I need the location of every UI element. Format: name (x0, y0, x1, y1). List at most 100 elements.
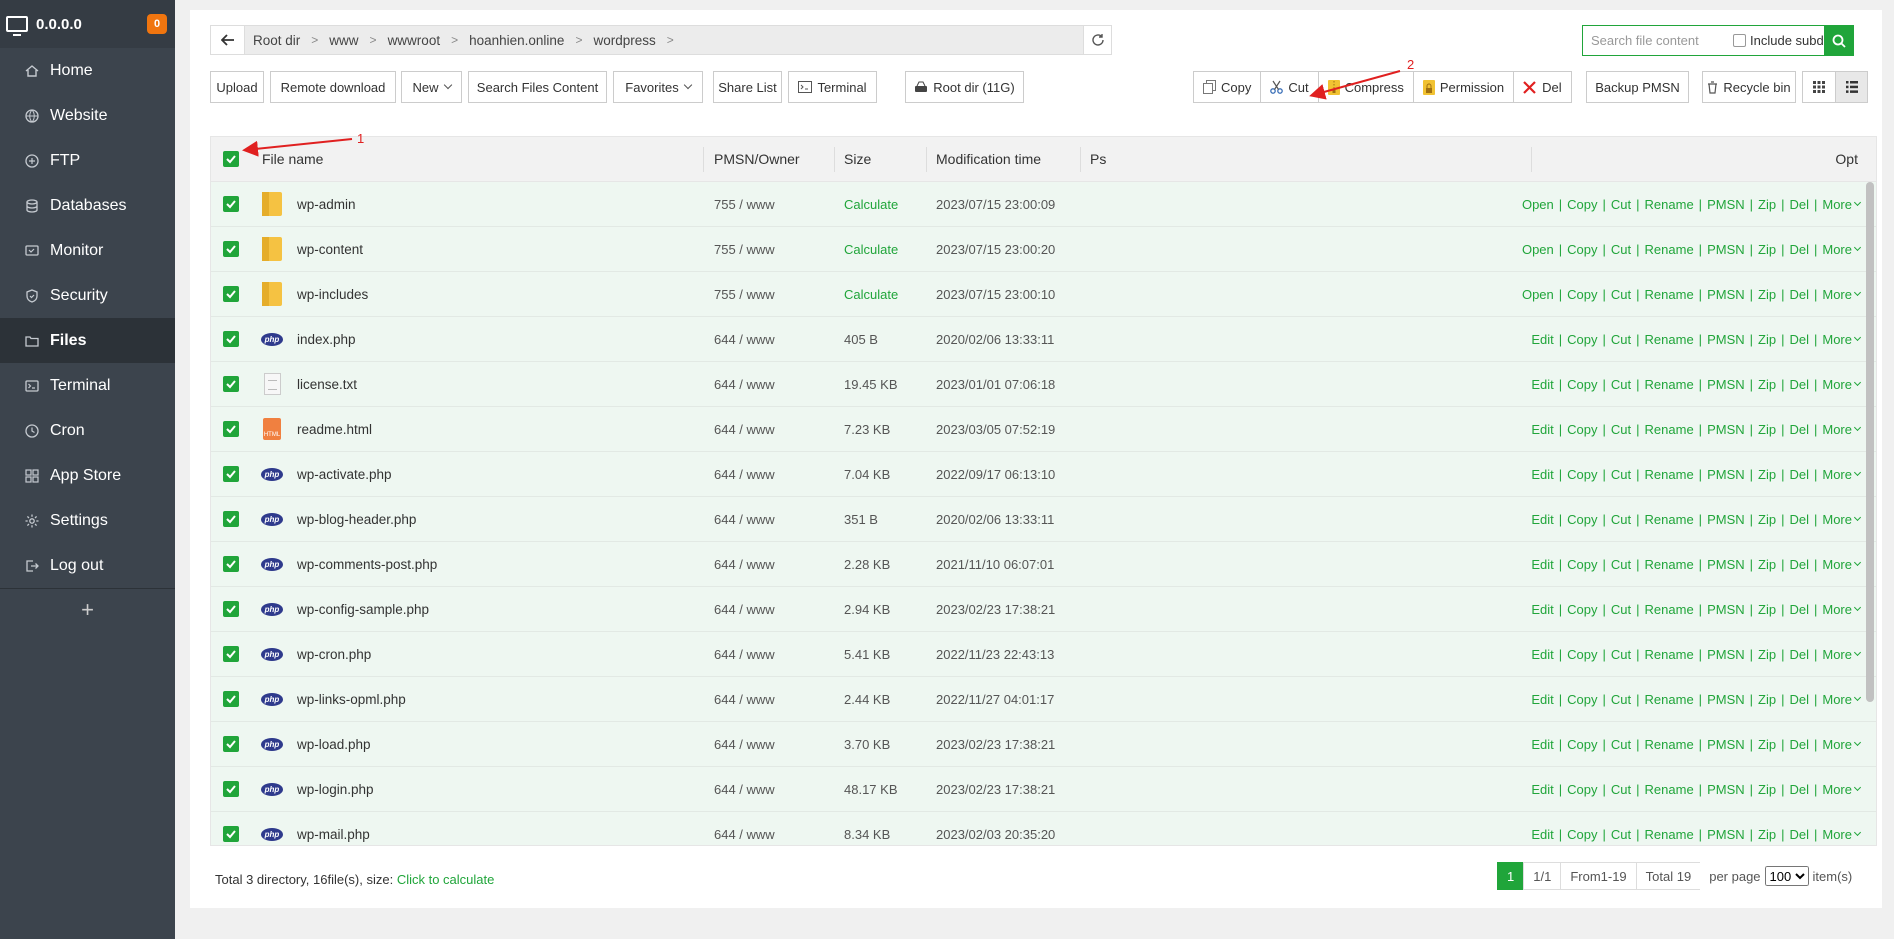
cut-link[interactable]: Cut (1611, 242, 1631, 257)
grid-view-button[interactable] (1803, 72, 1835, 102)
file-name[interactable]: wp-comments-post.php (297, 542, 437, 586)
del-link[interactable]: Del (1789, 602, 1809, 617)
server-ip[interactable]: 0.0.0.0 (36, 16, 147, 33)
edit-link[interactable]: Edit (1531, 557, 1553, 572)
select-all-checkbox[interactable] (223, 137, 239, 181)
cut-link[interactable]: Cut (1611, 512, 1631, 527)
del-link[interactable]: Del (1789, 647, 1809, 662)
sidebar-item-home[interactable]: Home (0, 48, 175, 93)
search-file-content-input[interactable] (1583, 26, 1733, 55)
sidebar-item-settings[interactable]: Settings (0, 498, 175, 543)
cut-link[interactable]: Cut (1611, 422, 1631, 437)
more-link[interactable]: More (1822, 422, 1852, 437)
more-link[interactable]: More (1822, 377, 1852, 392)
zip-link[interactable]: Zip (1758, 242, 1776, 257)
more-link[interactable]: More (1822, 512, 1852, 527)
compress-button[interactable]: Compress (1318, 72, 1414, 102)
del-link[interactable]: Del (1789, 827, 1809, 842)
delete-button[interactable]: Del (1514, 72, 1571, 102)
sidebar-item-cron[interactable]: Cron (0, 408, 175, 453)
file-size[interactable]: Calculate (844, 272, 898, 316)
file-permission[interactable]: 644 / www (714, 677, 775, 721)
file-name[interactable]: wp-activate.php (297, 452, 392, 496)
row-checkbox[interactable] (223, 227, 239, 271)
file-permission[interactable]: 644 / www (714, 452, 775, 496)
edit-link[interactable]: Edit (1531, 512, 1553, 527)
row-checkbox[interactable] (223, 542, 239, 586)
back-button[interactable] (211, 26, 245, 54)
table-row[interactable]: php wp-login.php 644 / www 48.17 KB 2023/02/… (211, 767, 1876, 812)
zip-link[interactable]: Zip (1758, 422, 1776, 437)
more-link[interactable]: More (1822, 827, 1852, 842)
edit-link[interactable]: Edit (1531, 377, 1553, 392)
search-files-content-button[interactable]: Search Files Content (468, 71, 607, 103)
zip-link[interactable]: Zip (1758, 332, 1776, 347)
zip-link[interactable]: Zip (1758, 602, 1776, 617)
sidebar-item-files[interactable]: Files (0, 318, 175, 363)
pmsn-link[interactable]: PMSN (1707, 782, 1745, 797)
more-link[interactable]: More (1822, 737, 1852, 752)
open-link[interactable]: Open (1522, 287, 1554, 302)
more-link[interactable]: More (1822, 782, 1852, 797)
rename-link[interactable]: Rename (1645, 332, 1694, 347)
rename-link[interactable]: Rename (1645, 557, 1694, 572)
del-link[interactable]: Del (1789, 242, 1809, 257)
cut-link[interactable]: Cut (1611, 602, 1631, 617)
cut-link[interactable]: Cut (1611, 377, 1631, 392)
copy-link[interactable]: Copy (1567, 557, 1597, 572)
file-permission[interactable]: 644 / www (714, 767, 775, 811)
table-row[interactable]: php wp-comments-post.php 644 / www 2.28 KB 2… (211, 542, 1876, 587)
cut-link[interactable]: Cut (1611, 647, 1631, 662)
cut-link[interactable]: Cut (1611, 557, 1631, 572)
cut-link[interactable]: Cut (1611, 467, 1631, 482)
file-permission[interactable]: 755 / www (714, 182, 775, 226)
zip-link[interactable]: Zip (1758, 287, 1776, 302)
pmsn-link[interactable]: PMSN (1707, 692, 1745, 707)
refresh-button[interactable] (1083, 26, 1111, 54)
table-row[interactable]: php wp-activate.php 644 / www 7.04 KB 2022/0… (211, 452, 1876, 497)
cut-link[interactable]: Cut (1611, 737, 1631, 752)
zip-link[interactable]: Zip (1758, 377, 1776, 392)
copy-link[interactable]: Copy (1567, 422, 1597, 437)
file-name[interactable]: wp-includes (297, 272, 368, 316)
per-page-select[interactable]: 100 (1764, 866, 1809, 886)
row-checkbox[interactable] (223, 722, 239, 766)
file-permission[interactable]: 644 / www (714, 632, 775, 676)
pmsn-link[interactable]: PMSN (1707, 377, 1745, 392)
table-row[interactable]: php wp-mail.php 644 / www 8.34 KB 2023/02/03… (211, 812, 1876, 845)
row-checkbox[interactable] (223, 632, 239, 676)
pmsn-link[interactable]: PMSN (1707, 197, 1745, 212)
file-permission[interactable]: 755 / www (714, 227, 775, 271)
copy-link[interactable]: Copy (1567, 467, 1597, 482)
sidebar-item-databases[interactable]: Databases (0, 183, 175, 228)
zip-link[interactable]: Zip (1758, 692, 1776, 707)
sidebar-item-app-store[interactable]: App Store (0, 453, 175, 498)
table-row[interactable]: php index.php 644 / www 405 B 2020/02/06 13:… (211, 317, 1876, 362)
row-checkbox[interactable] (223, 407, 239, 451)
sidebar-item-monitor[interactable]: Monitor (0, 228, 175, 273)
rename-link[interactable]: Rename (1645, 377, 1694, 392)
zip-link[interactable]: Zip (1758, 512, 1776, 527)
edit-link[interactable]: Edit (1531, 467, 1553, 482)
edit-link[interactable]: Edit (1531, 782, 1553, 797)
zip-link[interactable]: Zip (1758, 647, 1776, 662)
more-link[interactable]: More (1822, 557, 1852, 572)
edit-link[interactable]: Edit (1531, 692, 1553, 707)
del-link[interactable]: Del (1789, 422, 1809, 437)
file-name[interactable]: index.php (297, 317, 356, 361)
copy-link[interactable]: Copy (1567, 737, 1597, 752)
table-row[interactable]: wp-content 755 / www Calculate 2023/07/15 2… (211, 227, 1876, 272)
zip-link[interactable]: Zip (1758, 782, 1776, 797)
more-link[interactable]: More (1822, 197, 1852, 212)
del-link[interactable]: Del (1789, 332, 1809, 347)
del-link[interactable]: Del (1789, 467, 1809, 482)
del-link[interactable]: Del (1789, 377, 1809, 392)
file-name[interactable]: wp-content (297, 227, 363, 271)
file-name[interactable]: wp-admin (297, 182, 356, 226)
file-name[interactable]: wp-load.php (297, 722, 371, 766)
file-permission[interactable]: 644 / www (714, 542, 775, 586)
copy-link[interactable]: Copy (1567, 692, 1597, 707)
table-row[interactable]: license.txt 644 / www 19.45 KB 2023/01/01 0… (211, 362, 1876, 407)
rename-link[interactable]: Rename (1645, 467, 1694, 482)
rename-link[interactable]: Rename (1645, 287, 1694, 302)
